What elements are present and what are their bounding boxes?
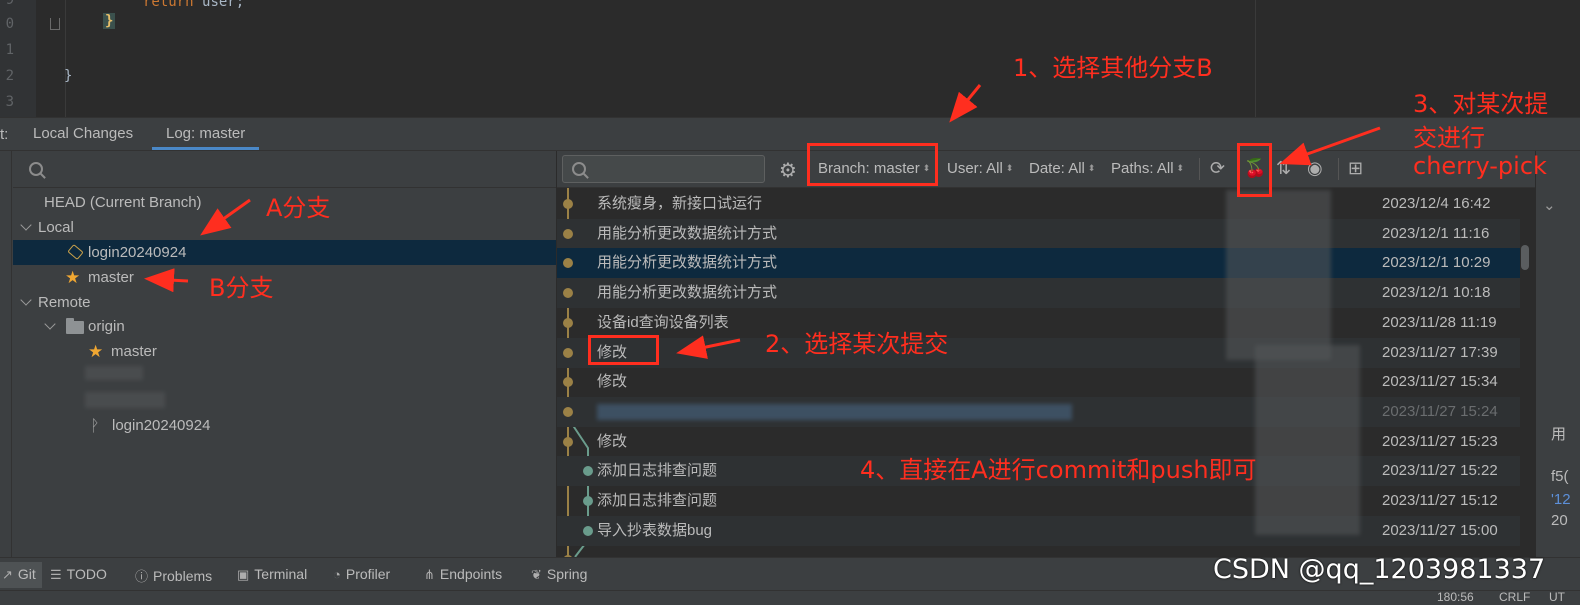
annotation-step3-line1: 3、对某次提 xyxy=(1413,90,1549,118)
annotation-step2: 2、选择某次提交 xyxy=(765,330,949,358)
annotation-box-cherry-pick xyxy=(1237,143,1272,197)
csdn-watermark: CSDN @qq_1203981337 xyxy=(1213,554,1546,585)
annotation-step4: 4、直接在A进行commit和push即可 xyxy=(860,456,1257,484)
annotation-a-branch: A分支 xyxy=(266,194,331,222)
annotation-step3-line3: cherry-pick xyxy=(1413,152,1547,180)
annotation-box-commit xyxy=(588,335,659,365)
annotation-box-branch xyxy=(807,143,938,186)
annotation-b-branch: B分支 xyxy=(209,274,274,302)
annotation-step3-line2: 交进行 xyxy=(1413,124,1485,152)
annotation-step1: 1、选择其他分支B xyxy=(1013,54,1213,82)
